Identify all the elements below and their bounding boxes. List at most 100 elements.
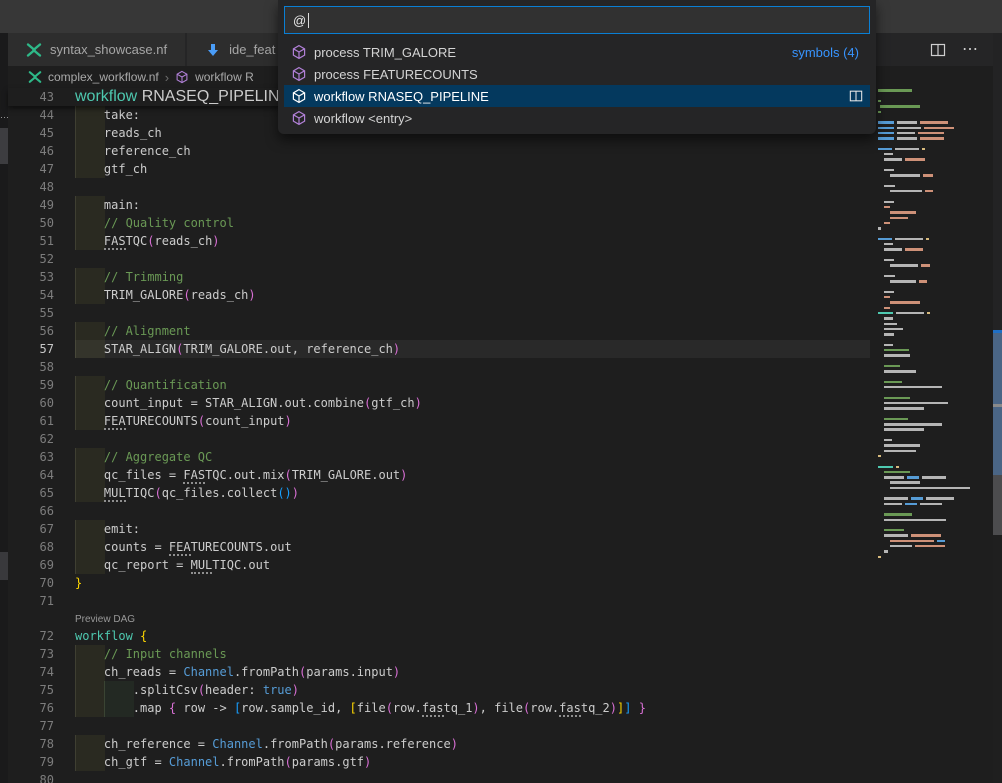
left-scrollbar-thumb[interactable] xyxy=(0,128,8,164)
code-line-48[interactable]: 48 xyxy=(8,178,870,196)
split-editor-button[interactable] xyxy=(930,42,946,58)
code-token: .fromPath xyxy=(220,755,285,769)
line-number[interactable]: 58 xyxy=(8,358,75,376)
line-number[interactable]: 52 xyxy=(8,250,75,268)
right-edge-strip[interactable] xyxy=(993,33,1002,783)
line-number[interactable]: 70 xyxy=(8,574,75,592)
line-number[interactable]: 68 xyxy=(8,538,75,556)
code-line-67[interactable]: 67emit: xyxy=(8,520,870,538)
line-number[interactable]: 76 xyxy=(8,699,75,717)
editor-code-area[interactable]: 44take:45reads_ch46reference_ch47gtf_ch4… xyxy=(8,106,870,783)
code-line-78[interactable]: 78ch_reference = Channel.fromPath(params… xyxy=(8,735,870,753)
line-number[interactable]: 77 xyxy=(8,717,75,735)
line-number[interactable]: 79 xyxy=(8,753,75,771)
code-line-70[interactable]: 70} xyxy=(8,574,870,592)
line-number[interactable]: 61 xyxy=(8,412,75,430)
line-number[interactable]: 49 xyxy=(8,196,75,214)
line-number[interactable]: 55 xyxy=(8,304,75,322)
line-number[interactable]: 53 xyxy=(8,268,75,286)
code-token: TRIM_GALORE.out xyxy=(292,468,400,482)
code-line-69[interactable]: 69qc_report = MULTIQC.out xyxy=(8,556,870,574)
more-actions-button[interactable]: ⋯ xyxy=(962,45,979,55)
minimap[interactable] xyxy=(878,88,975,568)
code-token: .fromPath xyxy=(234,665,299,679)
line-number[interactable]: 75 xyxy=(8,681,75,699)
line-number[interactable]: 48 xyxy=(8,178,75,196)
codelens-preview-dag[interactable]: Preview DAG xyxy=(8,610,870,627)
code-line-77[interactable]: 77 xyxy=(8,717,870,735)
line-number[interactable]: 44 xyxy=(8,106,75,124)
quick-pick-item[interactable]: process FEATURECOUNTS xyxy=(284,63,870,85)
line-number[interactable]: 56 xyxy=(8,322,75,340)
tab-label: ide_feat xyxy=(229,42,275,57)
breadcrumb-symbol[interactable]: workflow R xyxy=(195,70,254,84)
tab-syntax-showcase[interactable]: syntax_showcase.nf xyxy=(8,33,187,66)
code-token: ) xyxy=(400,468,407,482)
line-number[interactable]: 67 xyxy=(8,520,75,538)
code-line-51[interactable]: 51FASTQC(reads_ch) xyxy=(8,232,870,250)
code-line-57[interactable]: 57STAR_ALIGN(TRIM_GALORE.out, reference_… xyxy=(8,340,870,358)
breadcrumb-file[interactable]: complex_workflow.nf xyxy=(48,70,159,84)
left-scrollbar-thumb-2[interactable] xyxy=(0,552,8,580)
line-number[interactable]: 47 xyxy=(8,160,75,178)
line-number[interactable]: 66 xyxy=(8,502,75,520)
code-token: FEA xyxy=(169,540,191,556)
code-line-73[interactable]: 73// Input channels xyxy=(8,645,870,663)
code-line-66[interactable]: 66 xyxy=(8,502,870,520)
quick-pick-item[interactable]: workflow RNASEQ_PIPELINE xyxy=(284,85,870,107)
quick-pick-item[interactable]: workflow <entry> xyxy=(284,107,870,129)
line-number[interactable]: 60 xyxy=(8,394,75,412)
code-token: counts = xyxy=(104,540,169,554)
code-line-56[interactable]: 56// Alignment xyxy=(8,322,870,340)
code-line-58[interactable]: 58 xyxy=(8,358,870,376)
code-line-60[interactable]: 60count_input = STAR_ALIGN.out.combine(g… xyxy=(8,394,870,412)
code-line-76[interactable]: 76.map { row -> [row.sample_id, [file(ro… xyxy=(8,699,870,717)
code-line-63[interactable]: 63// Aggregate QC xyxy=(8,448,870,466)
line-number[interactable]: 45 xyxy=(8,124,75,142)
line-number[interactable]: 62 xyxy=(8,430,75,448)
code-line-62[interactable]: 62 xyxy=(8,430,870,448)
code-line-53[interactable]: 53// Trimming xyxy=(8,268,870,286)
line-number[interactable]: 59 xyxy=(8,376,75,394)
line-number[interactable]: 50 xyxy=(8,214,75,232)
line-number[interactable]: 73 xyxy=(8,645,75,663)
code-line-64[interactable]: 64qc_files = FASTQC.out.mix(TRIM_GALORE.… xyxy=(8,466,870,484)
open-to-side-button[interactable] xyxy=(849,89,863,103)
code-line-61[interactable]: 61FEATURECOUNTS(count_input) xyxy=(8,412,870,430)
quick-pick-item[interactable]: process TRIM_GALOREsymbols (4) xyxy=(284,41,870,63)
code-line-49[interactable]: 49main: xyxy=(8,196,870,214)
line-number[interactable]: 51 xyxy=(8,232,75,250)
code-line-46[interactable]: 46reference_ch xyxy=(8,142,870,160)
code-line-59[interactable]: 59 // Quantification xyxy=(8,376,870,394)
line-number[interactable]: 74 xyxy=(8,663,75,681)
code-line-80[interactable]: 80 xyxy=(8,771,870,783)
line-number[interactable]: 80 xyxy=(8,771,75,783)
code-line-79[interactable]: 79ch_gtf = Channel.fromPath(params.gtf) xyxy=(8,753,870,771)
code-line-68[interactable]: 68counts = FEATURECOUNTS.out xyxy=(8,538,870,556)
line-number[interactable]: 63 xyxy=(8,448,75,466)
line-number[interactable]: 69 xyxy=(8,556,75,574)
code-line-72[interactable]: 72workflow { xyxy=(8,627,870,645)
quick-pick-input[interactable]: @ xyxy=(284,6,870,34)
line-number[interactable]: 78 xyxy=(8,735,75,753)
line-number[interactable]: 71 xyxy=(8,592,75,610)
code-line-71[interactable]: 71 xyxy=(8,592,870,610)
code-line-54[interactable]: 54TRIM_GALORE(reads_ch) xyxy=(8,286,870,304)
line-number[interactable]: 54 xyxy=(8,286,75,304)
code-token: Channel xyxy=(212,737,263,751)
code-line-74[interactable]: 74ch_reads = Channel.fromPath(params.inp… xyxy=(8,663,870,681)
line-number[interactable]: 43 xyxy=(8,88,75,106)
code-line-65[interactable]: 65MULTIQC(qc_files.collect()) xyxy=(8,484,870,502)
code-line-52[interactable]: 52 xyxy=(8,250,870,268)
code-token: ) xyxy=(415,396,422,410)
line-number[interactable]: 57 xyxy=(8,340,75,358)
code-line-55[interactable]: 55 xyxy=(8,304,870,322)
code-line-47[interactable]: 47gtf_ch xyxy=(8,160,870,178)
code-line-75[interactable]: 75.splitCsv(header: true) xyxy=(8,681,870,699)
line-number[interactable]: 46 xyxy=(8,142,75,160)
line-number[interactable]: 72 xyxy=(8,627,75,645)
code-line-50[interactable]: 50// Quality control xyxy=(8,214,870,232)
line-number[interactable]: 65 xyxy=(8,484,75,502)
code-token: // Quantification xyxy=(104,378,227,392)
line-number[interactable]: 64 xyxy=(8,466,75,484)
